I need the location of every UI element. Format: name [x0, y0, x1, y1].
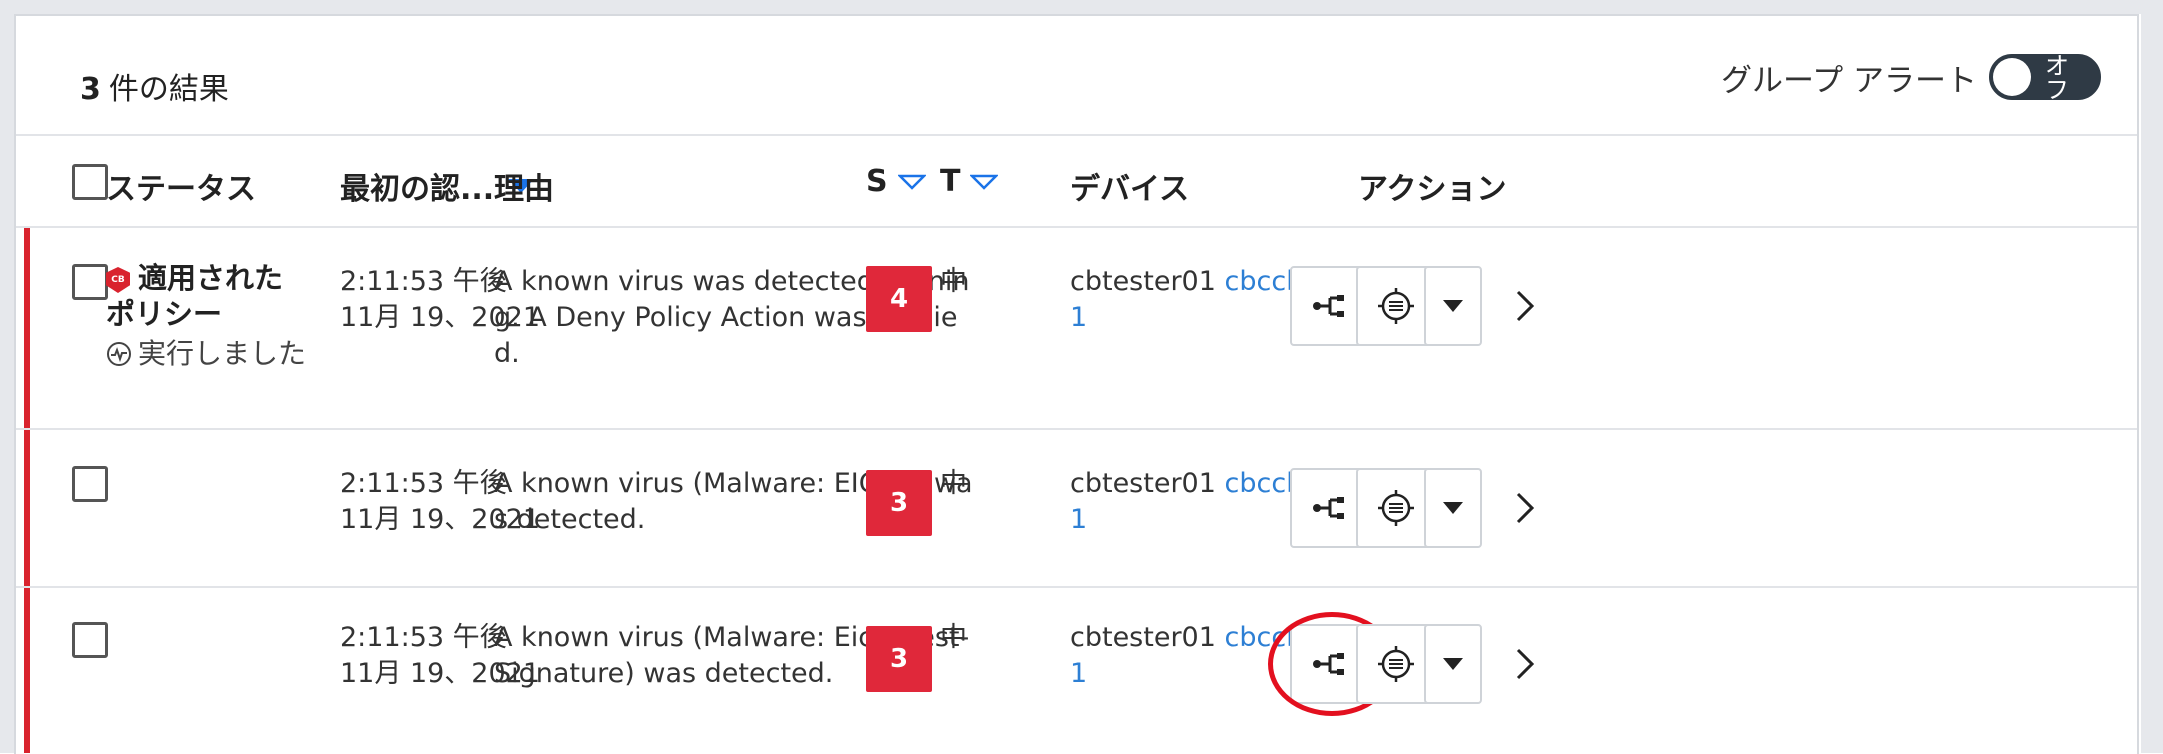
- severity-badge: 3: [866, 626, 932, 692]
- chevron-right-icon: [1516, 290, 1535, 322]
- more-actions-dropdown[interactable]: [1424, 624, 1482, 704]
- results-toolbar: 3 件の結果 グループ アラート オフ: [16, 16, 2137, 136]
- group-alerts-label: グループ アラート: [1721, 62, 1977, 99]
- toggle-state-text: オフ: [2045, 52, 2069, 104]
- column-header-reason[interactable]: 理由: [494, 164, 554, 208]
- status-executed: 実行しました: [106, 336, 306, 372]
- table-row[interactable]: 2:11:53 午後 11月 19、2021 A known virus (Ma…: [16, 588, 2137, 753]
- row-severity-accent: [24, 588, 30, 753]
- results-count-number: 3: [80, 72, 101, 107]
- right-border-strip: [2141, 0, 2163, 753]
- column-header-status-label: ステータス: [106, 172, 256, 207]
- table-header: ステータス 最初の認... 理由 S T デバイス アクション: [16, 136, 2137, 228]
- table-row[interactable]: 2:11:53 午後 11月 19、2021 A known virus (Ma…: [16, 430, 2137, 588]
- chevron-right-icon: [1516, 492, 1535, 524]
- status-title-text: 適用されたポリシー: [106, 261, 284, 331]
- results-count: 3 件の結果: [80, 64, 229, 108]
- cb-shield-icon: CB: [106, 267, 130, 293]
- severity-badge: 4: [866, 266, 932, 332]
- column-header-actions-label: アクション: [1358, 172, 1507, 207]
- row-severity-accent: [24, 430, 30, 586]
- column-header-actions: アクション: [1358, 164, 1507, 208]
- more-actions-dropdown[interactable]: [1424, 266, 1482, 346]
- column-header-first-seen-label: 最初の認...: [340, 172, 495, 207]
- device-name: cbtester01: [1070, 622, 1216, 653]
- severity-badge: 3: [866, 470, 932, 536]
- target-icon: [1378, 646, 1414, 682]
- column-header-severity-label: S: [866, 164, 888, 199]
- caret-down-icon: [1443, 502, 1463, 514]
- process-tree-icon: [1313, 497, 1344, 519]
- threat-level: 中: [940, 266, 967, 297]
- column-header-status[interactable]: ステータス: [106, 164, 256, 208]
- column-header-device[interactable]: デバイス: [1070, 164, 1189, 208]
- column-header-threat[interactable]: T: [940, 164, 999, 199]
- row-checkbox[interactable]: [72, 264, 108, 300]
- expand-row-button[interactable]: [1510, 488, 1540, 528]
- threat-level: 中: [940, 622, 967, 653]
- toggle-knob: [1993, 58, 2031, 96]
- left-border-strip: [0, 0, 14, 753]
- table-row[interactable]: CB 適用されたポリシー 実行しました 2:11:53 午後 11月 19、202…: [16, 228, 2137, 430]
- select-all-checkbox[interactable]: [72, 164, 108, 200]
- expand-row-button[interactable]: [1510, 286, 1540, 326]
- chevron-right-icon: [1516, 648, 1535, 680]
- column-header-severity[interactable]: S: [866, 164, 926, 199]
- column-header-device-label: デバイス: [1070, 172, 1190, 207]
- process-tree-icon: [1313, 295, 1344, 317]
- process-tree-icon: [1313, 653, 1344, 675]
- column-header-reason-label: 理由: [494, 172, 554, 207]
- status-executed-text: 実行しました: [138, 337, 307, 370]
- top-border-strip: [0, 0, 2163, 14]
- device-name: cbtester01: [1070, 266, 1216, 297]
- device-name: cbtester01: [1070, 468, 1216, 499]
- sort-desc-outline-icon: [897, 174, 926, 190]
- threat-level: 中: [940, 468, 967, 499]
- caret-down-icon: [1443, 300, 1463, 312]
- column-header-threat-label: T: [940, 164, 961, 199]
- expand-row-button[interactable]: [1510, 644, 1540, 684]
- target-icon: [1378, 490, 1414, 526]
- caret-down-icon: [1443, 658, 1463, 670]
- sort-desc-outline-icon: [970, 174, 999, 190]
- status-cell: CB 適用されたポリシー 実行しました: [106, 260, 306, 372]
- row-severity-accent: [24, 228, 30, 428]
- activity-icon: [107, 342, 131, 366]
- more-actions-dropdown[interactable]: [1424, 468, 1482, 548]
- row-checkbox[interactable]: [72, 622, 108, 658]
- group-alerts-toggle[interactable]: オフ: [1989, 52, 2101, 104]
- status-title: CB 適用されたポリシー: [106, 260, 306, 332]
- target-icon: [1378, 288, 1414, 324]
- row-checkbox[interactable]: [72, 466, 108, 502]
- results-count-label: 件の結果: [108, 72, 229, 107]
- group-alerts-control: グループ アラート オフ: [1721, 52, 2101, 104]
